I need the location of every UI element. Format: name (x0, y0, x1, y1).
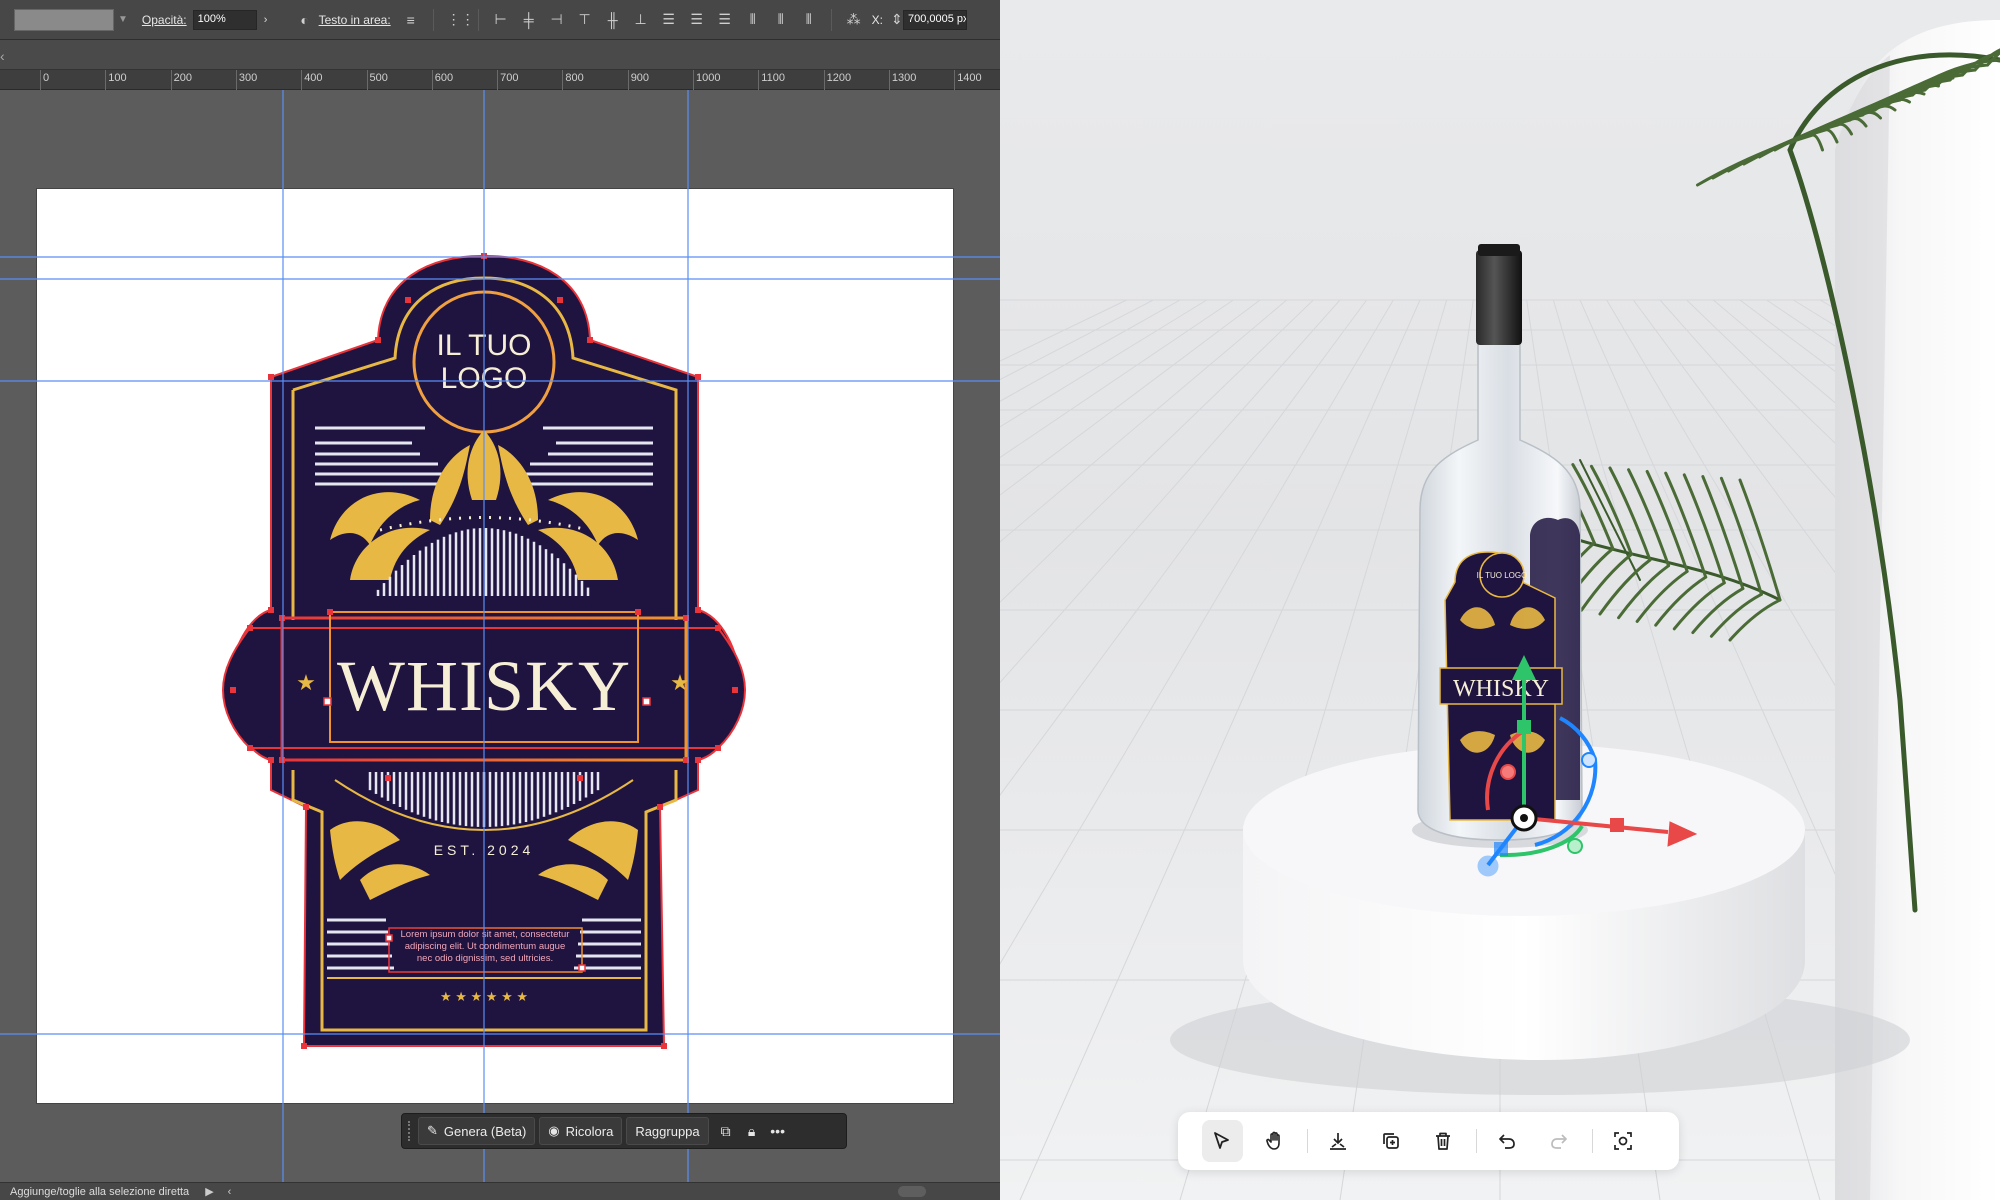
duplicate-button[interactable] (1371, 1120, 1412, 1162)
status-bar: Aggiunge/toglie alla selezione diretta ▶… (0, 1182, 1000, 1200)
bottle-logo-text: IL TUO LOGO (1477, 571, 1528, 580)
redo-button[interactable] (1539, 1120, 1580, 1162)
focus-view-button[interactable] (1603, 1120, 1644, 1162)
more-options-icon[interactable]: ••• (765, 1123, 791, 1139)
status-text: Aggiunge/toglie alla selezione diretta (10, 1185, 190, 1198)
redo-icon (1551, 1134, 1568, 1149)
recolor-button[interactable]: ◉ Ricolora (539, 1117, 623, 1145)
delete-button[interactable] (1423, 1120, 1464, 1162)
cursor-arrow-icon (1214, 1132, 1230, 1149)
trash-icon (1436, 1132, 1451, 1150)
star-left: ★ (296, 670, 316, 695)
label-artwork[interactable]: IL TUO LOGO WHISKY ★ ★ EST. 2024 Lorem i… (0, 0, 1000, 1200)
lorem-line3[interactable]: nec odio dignissim, sed ultricies. (417, 953, 553, 964)
group-label: Raggruppa (635, 1123, 700, 1139)
lorem-line1[interactable]: Lorem ipsum dolor sit amet, consectetur (401, 929, 570, 940)
generate-beta-label: Genera (Beta) (443, 1123, 527, 1139)
generate-beta-button[interactable]: ✎ Genera (Beta) (418, 1117, 536, 1145)
recolor-label: Ricolora (565, 1123, 614, 1139)
sparkle-edit-icon: ✎ (427, 1123, 438, 1138)
lock-icon[interactable]: 🔒︎ (739, 1123, 765, 1140)
play-icon[interactable]: ▶ (205, 1185, 213, 1198)
horizontal-scrollbar[interactable] (898, 1186, 926, 1197)
scene-toolbar (1178, 1112, 1679, 1170)
arrange-icon[interactable]: ⧉ (713, 1123, 739, 1140)
duplicate-icon (1382, 1133, 1399, 1149)
drag-grip-icon[interactable] (408, 1121, 412, 1141)
undo-button[interactable] (1487, 1120, 1528, 1162)
recolor-wheel-icon: ◉ (548, 1123, 560, 1138)
undo-icon (1498, 1134, 1515, 1149)
lorem-line2[interactable]: adipiscing elit. Ut condimentum augue (405, 941, 566, 952)
illustrator-editor: ▼ Opacità: 100% › ◐ Testo in area: ≡ ⋮⋮ … (0, 0, 1000, 1200)
ground-arrow-icon (1330, 1133, 1347, 1150)
focus-target-icon (1613, 1132, 1632, 1150)
hand-icon (1265, 1131, 1280, 1150)
star-right: ★ (670, 670, 690, 695)
chevron-left-icon[interactable]: ‹ (228, 1186, 232, 1198)
divider (1307, 1129, 1308, 1153)
place-on-ground-button[interactable] (1318, 1120, 1359, 1162)
divider (1475, 1129, 1477, 1153)
divider (1591, 1129, 1593, 1153)
contextual-task-bar: ✎ Genera (Beta) ◉ Ricolora Raggruppa ⧉ 🔒… (401, 1113, 847, 1149)
hand-tool-button[interactable] (1255, 1120, 1296, 1162)
3d-scene-view[interactable]: IL TUO LOGO WHISKY (1000, 0, 2000, 1200)
select-tool-button[interactable] (1202, 1120, 1243, 1162)
scene-render[interactable]: IL TUO LOGO WHISKY (1000, 0, 2000, 1200)
group-button[interactable]: Raggruppa (626, 1117, 709, 1145)
